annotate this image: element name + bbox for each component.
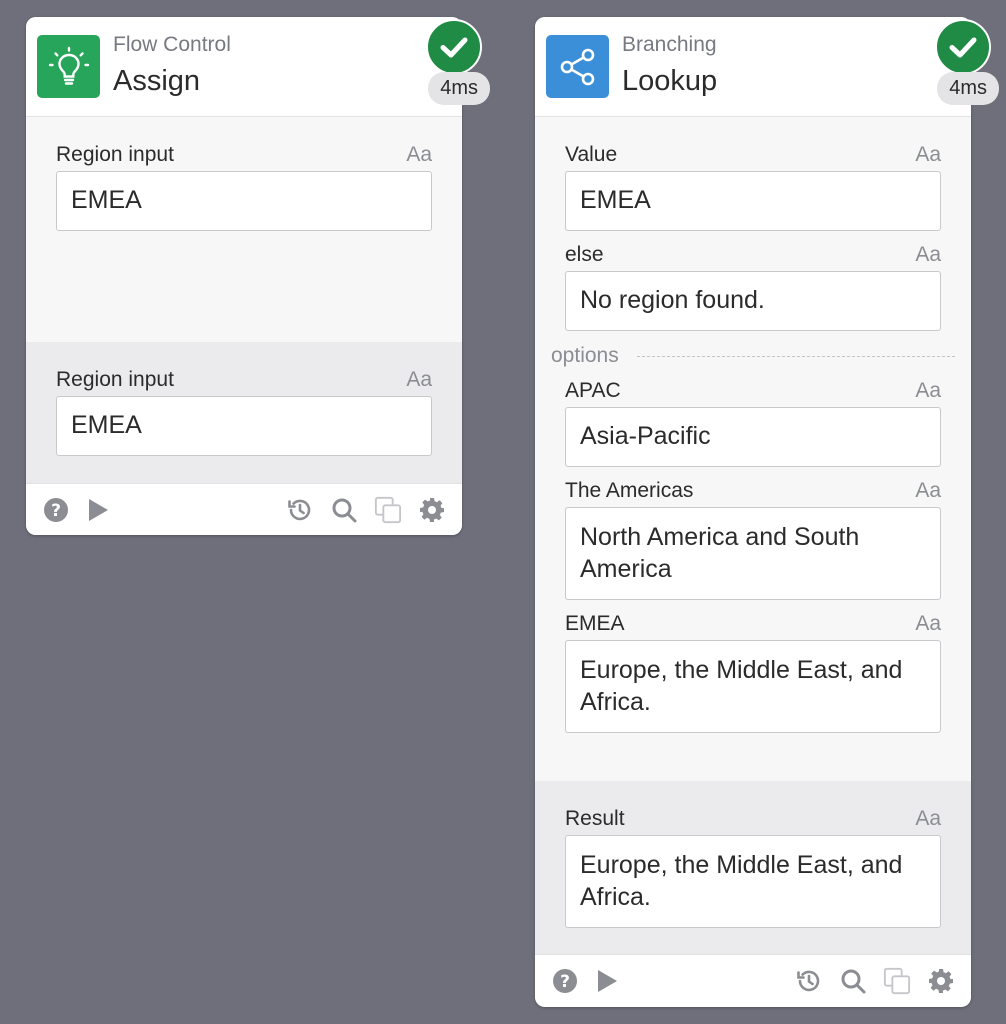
step-title: Lookup: [622, 65, 718, 97]
region-input-field: Region input Aa EMEA: [56, 141, 432, 231]
option-field-emea: EMEA Aa Europe, the Middle East, and Afr…: [565, 610, 941, 733]
step-category: Flow Control: [113, 33, 231, 56]
text-type-icon: Aa: [406, 368, 432, 391]
text-type-icon: Aa: [915, 143, 941, 166]
copy-icon[interactable]: [374, 496, 402, 524]
field-label: The Americas: [565, 479, 694, 502]
text-type-icon: Aa: [915, 479, 941, 502]
search-icon[interactable]: [839, 967, 867, 995]
history-icon[interactable]: [286, 496, 314, 524]
field-label: Region input: [56, 368, 174, 391]
lookup-output-section: Result Aa Europe, the Middle East, and A…: [535, 781, 971, 954]
else-input[interactable]: No region found.: [565, 271, 941, 331]
success-check-icon: [426, 19, 482, 75]
help-icon[interactable]: ?: [42, 496, 70, 524]
text-type-icon: Aa: [915, 243, 941, 266]
region-output-field: Region input Aa EMEA: [56, 366, 432, 456]
region-output-value[interactable]: EMEA: [56, 396, 432, 456]
lookup-card-header[interactable]: Branching Lookup: [535, 17, 971, 117]
duration-badge: 4ms: [428, 72, 490, 105]
option-value-input[interactable]: Europe, the Middle East, and Africa.: [565, 640, 941, 733]
success-check-icon: [935, 19, 991, 75]
assign-card-header[interactable]: Flow Control Assign: [26, 17, 462, 117]
text-type-icon: Aa: [915, 612, 941, 635]
option-value-input[interactable]: North America and South America: [565, 507, 941, 600]
lookup-card-footer: ?: [535, 954, 971, 1006]
value-field: Value Aa EMEA: [565, 141, 941, 231]
play-icon[interactable]: [593, 967, 621, 995]
play-icon[interactable]: [84, 496, 112, 524]
value-input[interactable]: EMEA: [565, 171, 941, 231]
svg-text:?: ?: [560, 972, 570, 992]
step-category: Branching: [622, 33, 717, 56]
text-type-icon: Aa: [915, 379, 941, 402]
lookup-step-card[interactable]: Branching Lookup Value Aa EMEA else Aa N…: [535, 17, 999, 1007]
result-field: Result Aa Europe, the Middle East, and A…: [565, 805, 941, 928]
gear-icon[interactable]: [927, 967, 955, 995]
svg-text:?: ?: [51, 501, 61, 521]
lookup-input-section: Value Aa EMEA else Aa No region found. o…: [535, 117, 971, 781]
help-icon[interactable]: ?: [551, 967, 579, 995]
step-title: Assign: [113, 65, 201, 97]
copy-icon[interactable]: [883, 967, 911, 995]
field-label: Result: [565, 807, 625, 830]
history-icon[interactable]: [795, 967, 823, 995]
duration-badge: 4ms: [937, 72, 999, 105]
assign-step-card[interactable]: Flow Control Assign Region input Aa EMEA…: [26, 17, 490, 535]
text-type-icon: Aa: [406, 143, 432, 166]
result-value[interactable]: Europe, the Middle East, and Africa.: [565, 835, 941, 928]
field-label: Region input: [56, 143, 174, 166]
field-label: EMEA: [565, 612, 625, 635]
assign-output-section: Region input Aa EMEA: [26, 342, 462, 483]
share-icon: [546, 35, 609, 98]
option-value-input[interactable]: Asia-Pacific: [565, 407, 941, 467]
else-field: else Aa No region found.: [565, 241, 941, 331]
assign-input-section: Region input Aa EMEA: [26, 117, 462, 342]
option-field-americas: The Americas Aa North America and South …: [565, 477, 941, 600]
field-label: APAC: [565, 379, 621, 402]
field-label: Value: [565, 143, 618, 166]
gear-icon[interactable]: [418, 496, 446, 524]
search-icon[interactable]: [330, 496, 358, 524]
options-label: options: [551, 344, 619, 367]
lightbulb-icon: [37, 35, 100, 98]
field-label: else: [565, 243, 604, 266]
options-divider: options: [551, 341, 955, 371]
text-type-icon: Aa: [915, 807, 941, 830]
option-field-apac: APAC Aa Asia-Pacific: [565, 377, 941, 467]
assign-card-footer: ?: [26, 483, 462, 535]
region-input-value[interactable]: EMEA: [56, 171, 432, 231]
